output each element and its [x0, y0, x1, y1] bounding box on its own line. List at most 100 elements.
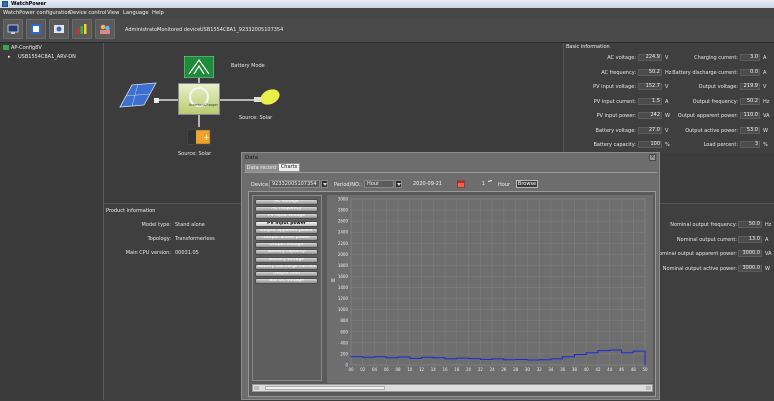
x-tick-label: 28 [513, 367, 519, 372]
chart-canvas: 0 200 400 600 800 1000 1200 1400 1600 1800 2000 220… [327, 195, 653, 383]
battery-icon: + [187, 129, 211, 145]
data-point [421, 356, 423, 358]
x-tick-label: 16 [443, 367, 449, 372]
x-tick-label: 00 [348, 367, 354, 372]
plot-background [350, 198, 646, 366]
tree-device[interactable]: USB1554C8A1_ARV-DN [18, 54, 76, 60]
x-tick-label: 48 [631, 367, 637, 372]
series-button[interactable]: Battery discharge current [255, 263, 318, 270]
scroll-thumb[interactable] [265, 386, 385, 390]
data-point [515, 358, 517, 360]
series-button[interactable]: Output apparent power [255, 227, 318, 234]
monitored-device: USB1554C8A1_92332005107354 [200, 27, 284, 33]
line-chart: 0200400600800100012001400160018002000220… [331, 197, 648, 373]
device-dropdown-icon[interactable] [321, 180, 328, 188]
x-tick-label: 32 [537, 367, 543, 372]
series-button[interactable]: Battery capacity [255, 249, 318, 256]
series-button[interactable]: Output load [255, 271, 318, 277]
basic-right-value: 53.0 [740, 126, 760, 134]
basic-right-value: 0.0 [740, 68, 760, 76]
series-button[interactable]: Output voltage [255, 242, 318, 249]
series-button[interactable]: Bus DC voltage [255, 278, 318, 285]
x-tick-label: 50 [642, 367, 648, 372]
menu-help[interactable]: Help [152, 10, 164, 16]
basic-left-label: PV input voltage: [593, 84, 636, 90]
y-tick-label: 200 [340, 351, 348, 356]
x-tick-label: 08 [395, 367, 401, 372]
count-field[interactable]: 1 [474, 180, 486, 188]
product-info-panel: Product information Model type: Stand al… [104, 203, 244, 401]
chart-button[interactable] [72, 19, 92, 39]
x-tick-label: 18 [454, 367, 460, 372]
basic-left-value: 242 [638, 112, 662, 119]
tree-root[interactable]: AP-Config8V [11, 45, 42, 51]
rated-label: Nominal output apparent power: [655, 251, 737, 257]
y-tick-label: 3000 [338, 197, 349, 202]
model-type-label: Model type: [141, 222, 171, 228]
menu-view[interactable]: View [107, 10, 119, 16]
series-button[interactable]: AC frequency [255, 206, 318, 213]
y-tick-label: 1200 [338, 296, 349, 301]
model-type-value: Stand alone [175, 222, 205, 228]
menu-device-control[interactable]: Device control [69, 10, 106, 16]
basic-left-unit: W [665, 113, 670, 119]
x-tick-label: 40 [584, 367, 590, 372]
operating-mode: Battery Mode [231, 63, 265, 69]
tab-divider [244, 172, 657, 173]
settings-icon [31, 24, 41, 34]
rated-label: Nominal output active power: [662, 265, 737, 272]
grid-icon [184, 56, 214, 78]
tree-expand-icon[interactable]: ▸ [8, 54, 11, 60]
basic-right-unit: VA [763, 113, 770, 119]
data-point [456, 357, 458, 359]
x-tick-label: 06 [384, 367, 390, 372]
series-button[interactable]: PV input voltage [255, 213, 318, 220]
calendar-icon[interactable] [457, 180, 465, 188]
y-tick-label: 400 [340, 340, 348, 345]
scroll-left-arrow[interactable] [254, 386, 259, 390]
data-point [432, 357, 434, 359]
scroll-right-arrow[interactable] [646, 386, 651, 390]
cpu-version-value: 00031.05 [175, 250, 199, 256]
period-dropdown-icon[interactable] [395, 180, 402, 188]
series-button[interactable]: Battery voltage [255, 256, 318, 263]
monitored-label: Monitored device: [157, 27, 202, 33]
data-point [350, 356, 352, 358]
data-icon [54, 25, 64, 33]
basic-right-label: Charging current: [694, 55, 738, 61]
data-button[interactable] [49, 19, 69, 39]
window-title-bar: WatchPower [0, 0, 774, 8]
x-tick-label: 04 [372, 367, 378, 372]
device-select[interactable]: 92332005107354 [269, 180, 320, 188]
count-spinner-icon[interactable]: ▴▾ [488, 178, 492, 183]
menu-language[interactable]: Language [123, 10, 149, 16]
series-button[interactable]: Output active power [255, 235, 318, 241]
series-button[interactable]: PV input power [255, 220, 318, 227]
basic-right-value: 110.0 [740, 112, 760, 119]
users-button[interactable] [95, 19, 115, 39]
menu-configuration[interactable]: WatchPower configuration [3, 10, 71, 16]
horizontal-scrollbar[interactable] [252, 384, 653, 392]
basic-right-unit: V [763, 84, 767, 90]
period-select[interactable]: Hour [364, 180, 394, 188]
close-button[interactable]: × [649, 154, 656, 161]
basic-info-panel: Basic information AC voltage: 224.9 V AC … [563, 43, 774, 153]
tab-charts[interactable]: Charts [278, 163, 300, 172]
tab-data-record[interactable]: Data record [245, 164, 278, 172]
load-source: Source: Solar [239, 115, 273, 121]
monitor-button[interactable] [3, 19, 23, 39]
x-tick-label: 44 [607, 367, 613, 372]
date-field[interactable]: 2020-09-21 [410, 180, 450, 188]
y-tick-label: 600 [340, 329, 348, 334]
y-tick-label: 1800 [338, 263, 349, 268]
topology-label: Topology: [147, 236, 171, 242]
data-point [397, 356, 399, 358]
data-point [526, 359, 528, 361]
data-point [409, 357, 411, 359]
rated-info-panel: Nominal output frequency: 50.0 Hz Nominal… [655, 203, 774, 401]
basic-left-value: 27.0 [638, 126, 662, 134]
series-button[interactable]: AC voltage [255, 199, 318, 205]
config-button[interactable] [26, 19, 46, 39]
browse-button[interactable]: Browse [516, 180, 538, 188]
y-tick-label: 2800 [338, 208, 349, 213]
